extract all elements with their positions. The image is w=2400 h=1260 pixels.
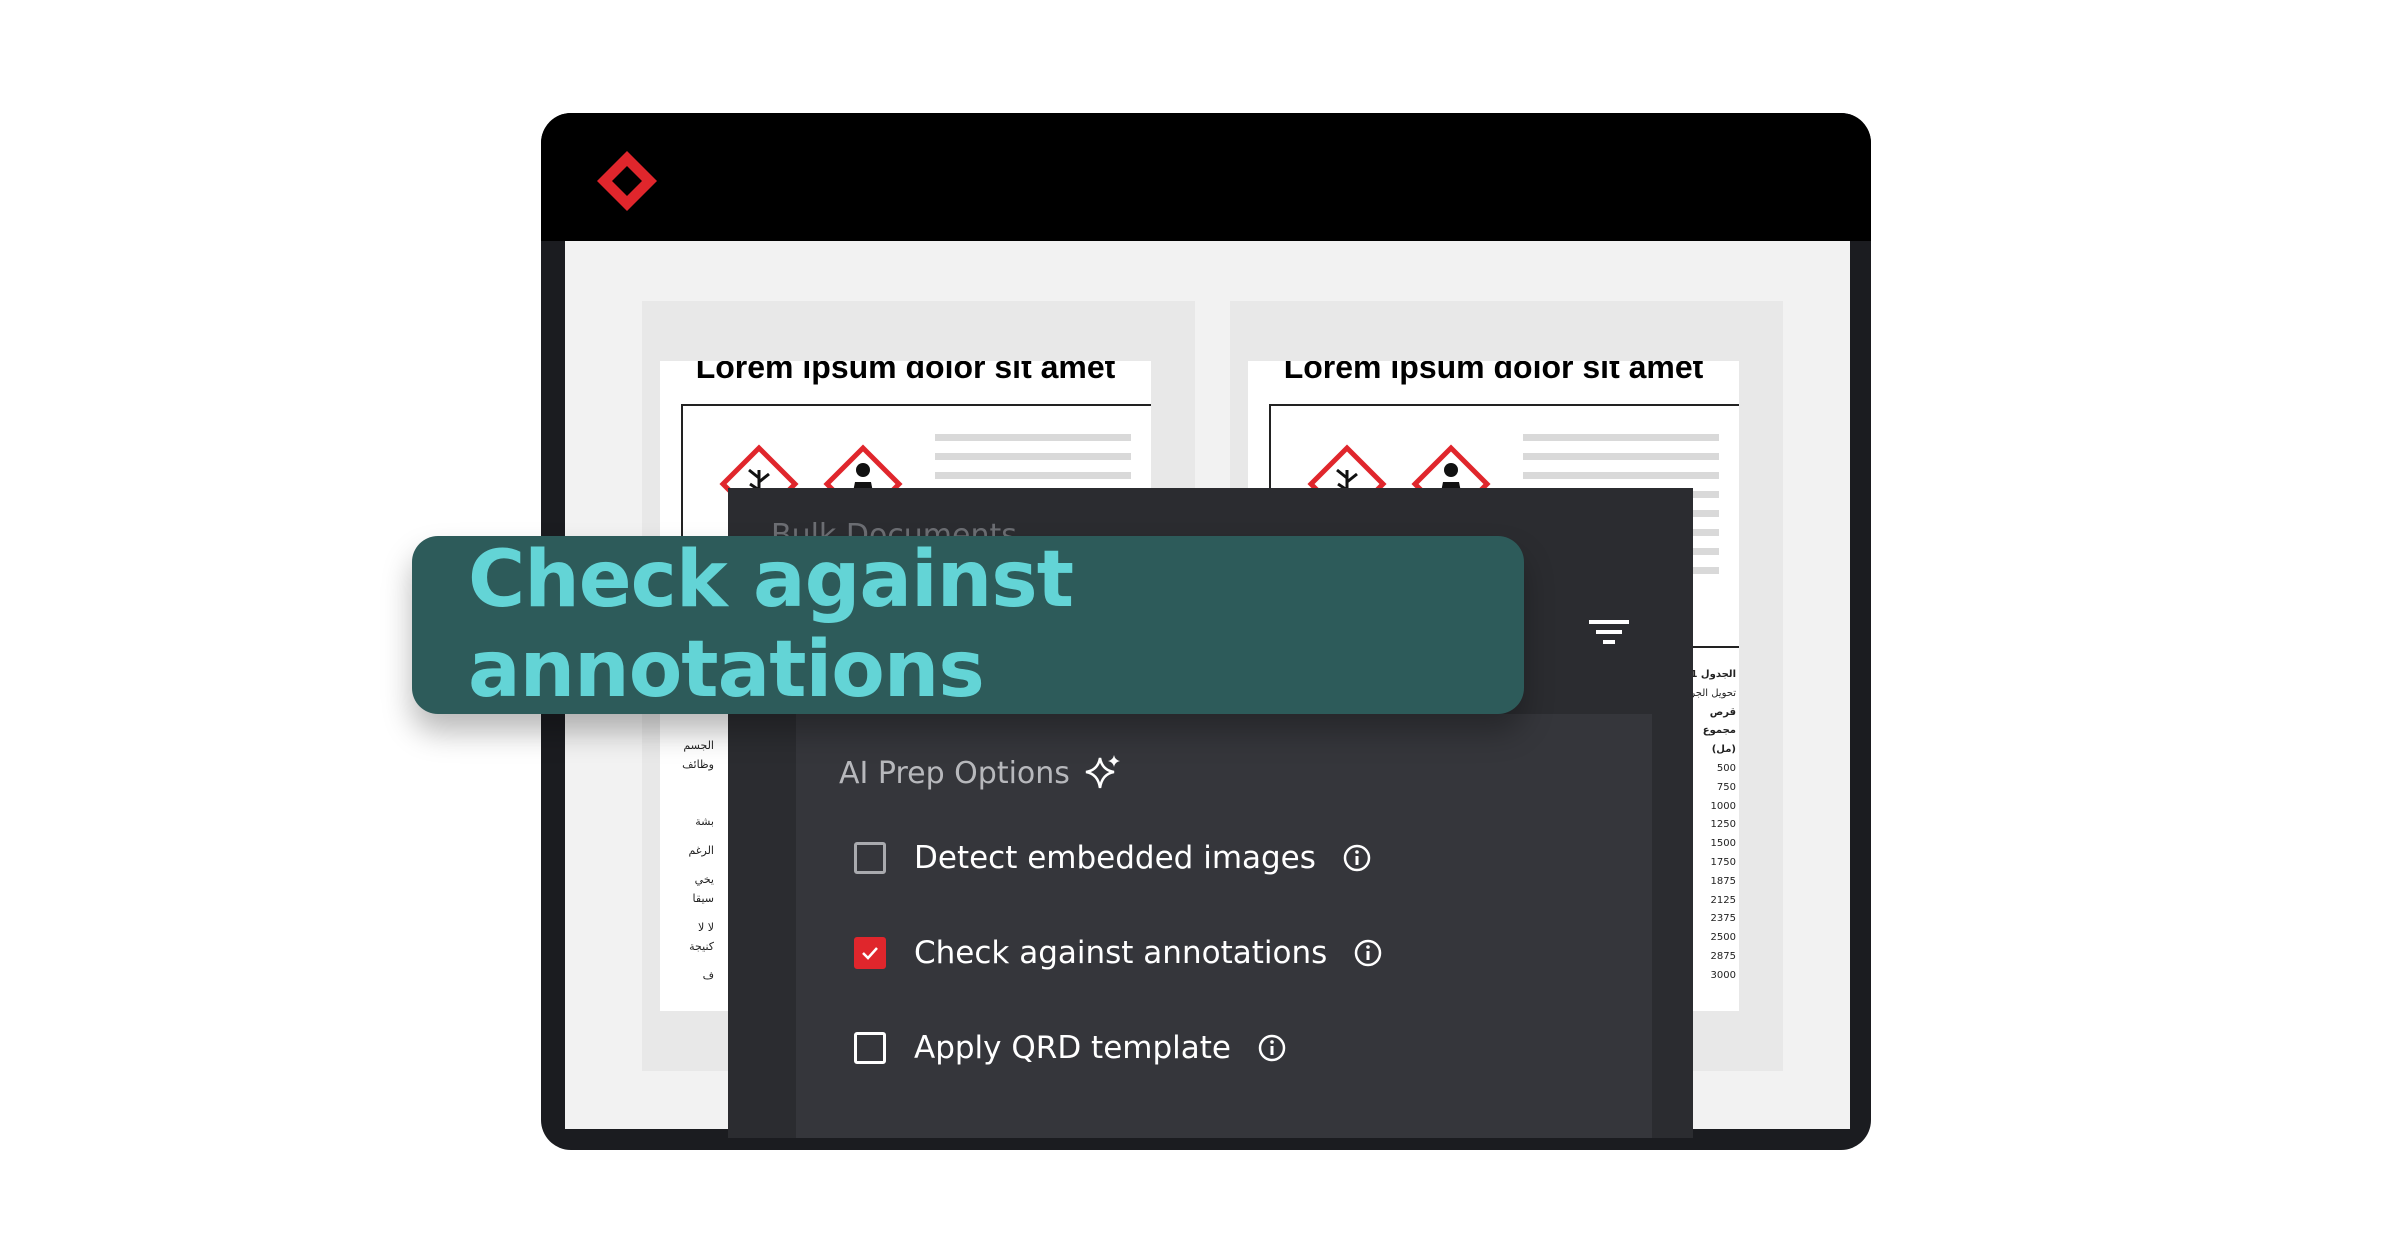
arabic-line: قرص (1709, 706, 1736, 718)
arabic-line: 1500 (1710, 838, 1736, 850)
arabic-line: مجموع (1702, 725, 1736, 737)
arabic-line: سيقا (692, 892, 714, 905)
option-label: Detect embedded images (914, 840, 1316, 876)
arabic-line: 3000 (1710, 969, 1736, 981)
arabic-line: 1000 (1710, 800, 1736, 812)
arabic-line: لا لا (697, 921, 714, 934)
option-apply-qrd-template[interactable]: Apply QRD template (854, 1030, 1287, 1066)
arabic-line: ف (702, 969, 714, 982)
sparkle-icon (1085, 755, 1120, 789)
document-title: Lorem ipsum dolor sit amet (1283, 361, 1704, 385)
arabic-line: الجدول 1 (1690, 669, 1736, 680)
info-icon[interactable] (1342, 843, 1372, 873)
feature-callout: Check against annotations (412, 535, 1524, 715)
arabic-line: تحويل الجر (1690, 687, 1736, 699)
check-against-annotations-checkbox[interactable] (854, 937, 886, 969)
option-detect-embedded-images[interactable]: Detect embedded images (854, 840, 1372, 876)
arabic-line: وظائف (682, 758, 714, 771)
arabic-line: 2125 (1710, 894, 1736, 906)
arabic-line: بشة (695, 815, 714, 828)
arabic-line: 1875 (1710, 875, 1736, 887)
arabic-line: 500 (1716, 762, 1736, 774)
callout-text: Check against annotations (468, 535, 1074, 715)
info-icon[interactable] (1353, 938, 1383, 968)
ai-prep-options-header: AI Prep Options (839, 754, 1122, 792)
arabic-line: 2500 (1710, 932, 1736, 944)
checkmark-icon (862, 947, 878, 960)
arabic-line: 2875 (1710, 950, 1736, 962)
filter-icon[interactable] (1589, 616, 1629, 648)
option-label: Apply QRD template (914, 1030, 1231, 1066)
arabic-line: الجسم (683, 739, 714, 752)
info-icon[interactable] (1257, 1033, 1287, 1063)
arabic-line: (مل) (1711, 744, 1736, 756)
ai-prep-options: AI Prep Options Detect embedded images C… (796, 714, 1652, 1138)
apply-qrd-template-checkbox[interactable] (854, 1032, 886, 1064)
arabic-line: الرغم (688, 844, 714, 857)
option-check-against-annotations[interactable]: Check against annotations (854, 935, 1383, 971)
brand-logo-icon (597, 151, 657, 211)
document-title: Lorem ipsum dolor sit amet (695, 361, 1116, 385)
arabic-text-block: الجسم وظائف بشة الرغم يخي سيقا لا لا كني… (660, 736, 714, 985)
top-bar (541, 113, 1871, 241)
arabic-table: الجدول 1 تحويل الجر قرص مجموع (مل) 500 7… (1688, 666, 1736, 986)
arabic-line: 750 (1716, 781, 1736, 793)
arabic-line: 1250 (1710, 819, 1736, 831)
option-label: Check against annotations (914, 935, 1328, 971)
arabic-line: كنيجة (689, 940, 714, 953)
ai-prep-options-title: AI Prep Options (839, 755, 1070, 791)
arabic-line: 2375 (1710, 913, 1736, 925)
arabic-line: يخي (694, 873, 714, 886)
arabic-line: 1750 (1710, 856, 1736, 868)
detect-embedded-images-checkbox[interactable] (854, 842, 886, 874)
